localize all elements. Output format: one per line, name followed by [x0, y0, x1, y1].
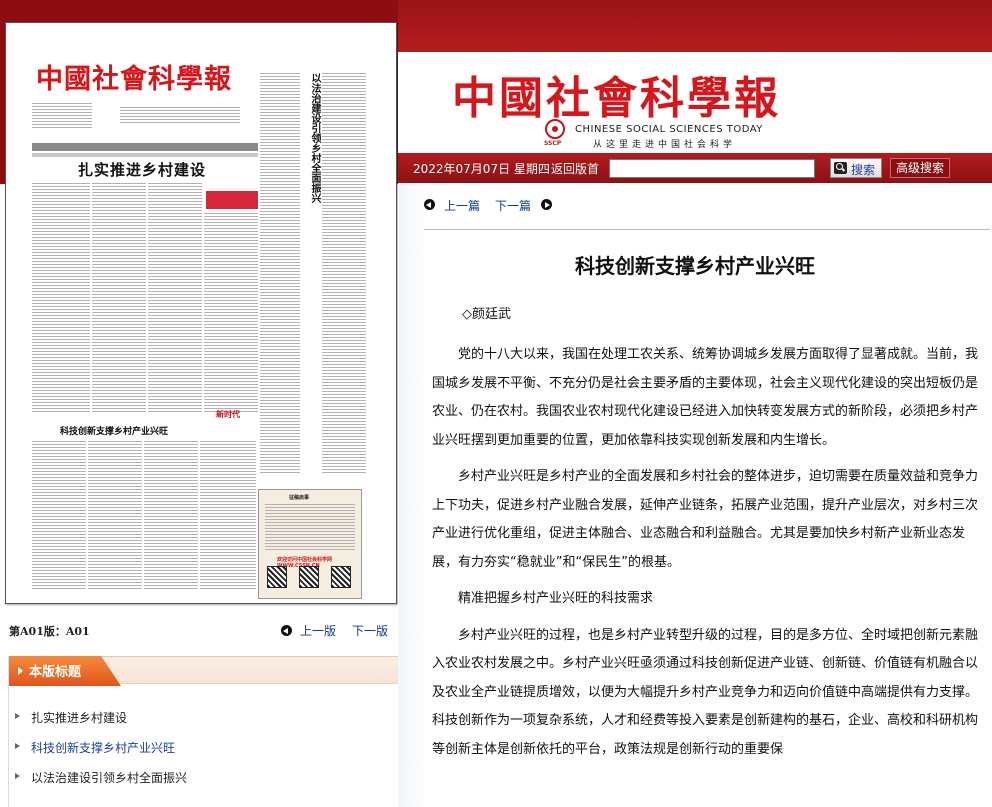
thumbnail-masthead: 中國社會科學報	[36, 64, 232, 95]
newspaper-page-thumbnail[interactable]: 中國社會科學報 扎实推进乡村建设 科技创新支撑乡村产业兴旺 新时代 以法治建设引…	[5, 22, 397, 604]
section-title: 本版标题	[29, 665, 82, 680]
thumbnail-headline-1: 扎实推进乡村建设	[78, 161, 207, 179]
prev-article-icon[interactable]	[424, 199, 435, 210]
masthead-slogan: 从这里走进中国社会科学	[593, 140, 737, 150]
article-body: 党的十八大以来，我国在处理工农关系、统筹协调城乡发展方面取得了显著成就。当前，我…	[432, 341, 984, 772]
date-search-bar: 2022年07月07日 星期四 返回版首 搜索 高级搜索	[398, 153, 992, 183]
prev-edition-link[interactable]: 上一版	[300, 622, 336, 639]
qr-code-icon	[267, 566, 287, 588]
bullet-icon	[15, 743, 20, 749]
thumbnail-headline-2: 科技创新支撑乡村产业兴旺	[60, 427, 169, 437]
search-button-label: 搜索	[851, 163, 876, 177]
tab-arrow-icon	[18, 667, 23, 675]
prev-edition-icon[interactable]	[281, 625, 292, 636]
section-article-label: 科技创新支撑乡村产业兴旺	[31, 741, 176, 755]
masthead-english: CHINESE SOCIAL SCIENCES TODAY	[575, 124, 763, 135]
thumbnail-notice-box: 征稿启事 欢迎访问中国社会科学网 WWW.CSSN.CN	[258, 489, 362, 599]
thumbnail-text-block	[88, 441, 142, 591]
thumbnail-meta-text-2	[120, 107, 240, 123]
thumbnail-red-badge	[206, 191, 258, 209]
article-paragraph: 乡村产业兴旺的过程，也是乡村产业转型升级的过程，目的是多方位、全时域把创新元素融…	[432, 627, 979, 757]
back-to-front-link[interactable]: 返回版首	[551, 160, 599, 177]
qr-code-icon	[331, 566, 351, 588]
bullet-icon	[15, 713, 20, 719]
section-header: 本版标题	[9, 656, 400, 686]
article-paragraph: 党的十八大以来，我国在处理工农关系、统筹协调城乡发展方面取得了显著成就。当前，我…	[432, 347, 979, 448]
article-subheading: 精准把握乡村产业兴旺的科技需求	[458, 591, 654, 606]
next-edition-link[interactable]: 下一版	[352, 622, 388, 639]
section-article-label: 以法治建设引领乡村全面振兴	[31, 771, 188, 785]
thumbnail-notice-text	[265, 504, 355, 550]
next-article-icon[interactable]	[541, 199, 552, 210]
thumbnail-index-bar	[32, 143, 258, 151]
article-paragraph: 乡村产业兴旺是乡村产业的全面发展和乡村社会的整体进步，迫切需要在质量效益和竞争力…	[432, 469, 979, 570]
edition-label: 第A01版：A01	[9, 625, 90, 638]
sscp-logo-text: SSCP	[544, 140, 562, 147]
bullet-icon	[15, 773, 20, 779]
thumbnail-text-block	[148, 183, 202, 413]
thumbnail-text-block	[322, 73, 366, 473]
thumbnail-index-bar-2	[32, 153, 258, 157]
thumbnail-meta-text	[32, 103, 92, 129]
article-author: ◇颜廷武	[462, 307, 511, 322]
sscp-logo-icon	[545, 119, 565, 139]
advanced-search-button[interactable]: 高级搜索	[890, 158, 950, 178]
search-button[interactable]: 搜索	[830, 158, 882, 178]
thumbnail-content: 中國社會科學報 扎实推进乡村建设 科技创新支撑乡村产业兴旺 新时代 以法治建设引…	[30, 53, 372, 599]
thumbnail-text-block	[144, 441, 198, 591]
qr-code-icon	[299, 566, 319, 588]
thumbnail-notice-title: 征稿启事	[289, 495, 310, 501]
thumbnail-text-block	[32, 183, 90, 413]
header-top-band	[398, 0, 992, 52]
article-nav: 上一篇 下一篇	[424, 196, 984, 216]
search-icon	[834, 162, 847, 174]
thumbnail-text-block	[92, 183, 146, 413]
thumbnail-text-block	[260, 73, 300, 473]
thumbnail-text-block	[32, 441, 86, 591]
thumbnail-vertical-headline: 以法治建设引领乡村全面振兴	[309, 73, 320, 203]
thumbnail-text-block	[200, 441, 256, 591]
article-title: 科技创新支撑乡村产业兴旺	[575, 254, 815, 278]
search-input[interactable]	[609, 159, 815, 178]
edition-nav: 第A01版：A01 上一版 下一版	[9, 622, 409, 642]
thumbnail-red-logo: 新时代	[216, 410, 240, 419]
next-article-link[interactable]: 下一篇	[495, 197, 531, 214]
article-divider	[424, 229, 990, 230]
masthead-title: 中國社會科學報	[452, 73, 781, 124]
section-headlines-panel: 本版标题 扎实推进乡村建设 科技创新支撑乡村产业兴旺 以法治建设引领乡村全面振兴	[8, 656, 400, 807]
section-article-label: 扎实推进乡村建设	[31, 711, 128, 725]
issue-date: 2022年07月07日 星期四	[413, 162, 550, 176]
thumbnail-text-block	[204, 213, 258, 413]
section-tab: 本版标题	[9, 656, 121, 686]
prev-article-link[interactable]: 上一篇	[444, 197, 480, 214]
